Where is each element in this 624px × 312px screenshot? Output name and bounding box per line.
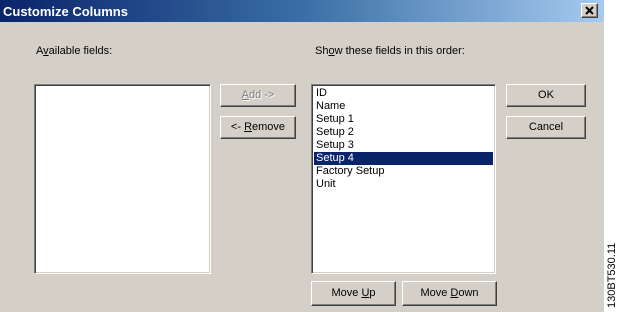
cancel-button[interactable]: Cancel bbox=[506, 116, 586, 139]
list-item[interactable]: Unit bbox=[314, 178, 493, 191]
list-item[interactable]: Setup 2 bbox=[314, 126, 493, 139]
list-item[interactable]: Setup 4 bbox=[314, 152, 493, 165]
list-item[interactable]: Name bbox=[314, 100, 493, 113]
title-bar[interactable]: Customize Columns bbox=[0, 0, 604, 22]
close-icon bbox=[585, 6, 594, 15]
move-down-button[interactable]: Move Down bbox=[402, 281, 497, 306]
remove-button[interactable]: <- Remove bbox=[220, 116, 296, 139]
available-fields-label: Available fields: bbox=[36, 45, 113, 57]
list-item[interactable]: Setup 1 bbox=[314, 113, 493, 126]
figure-reference-code: 130BT530.11 bbox=[606, 242, 618, 308]
shown-fields-list[interactable]: ID Name Setup 1 Setup 2 Setup 3 Setup 4 Factor… bbox=[311, 84, 496, 274]
ok-button[interactable]: OK bbox=[506, 84, 586, 107]
close-button[interactable] bbox=[581, 3, 598, 18]
page: Customize Columns Available fields: Show… bbox=[0, 0, 624, 312]
available-fields-list[interactable] bbox=[34, 84, 211, 274]
list-item[interactable]: Setup 3 bbox=[314, 139, 493, 152]
move-up-button[interactable]: Move Up bbox=[311, 281, 396, 306]
customize-columns-dialog: Customize Columns Available fields: Show… bbox=[0, 0, 604, 312]
add-button[interactable]: Add -> bbox=[220, 84, 296, 107]
list-item[interactable]: ID bbox=[314, 87, 493, 100]
window-title: Customize Columns bbox=[3, 4, 128, 19]
list-item[interactable]: Factory Setup bbox=[314, 165, 493, 178]
shown-fields-label: Show these fields in this order: bbox=[315, 45, 465, 57]
